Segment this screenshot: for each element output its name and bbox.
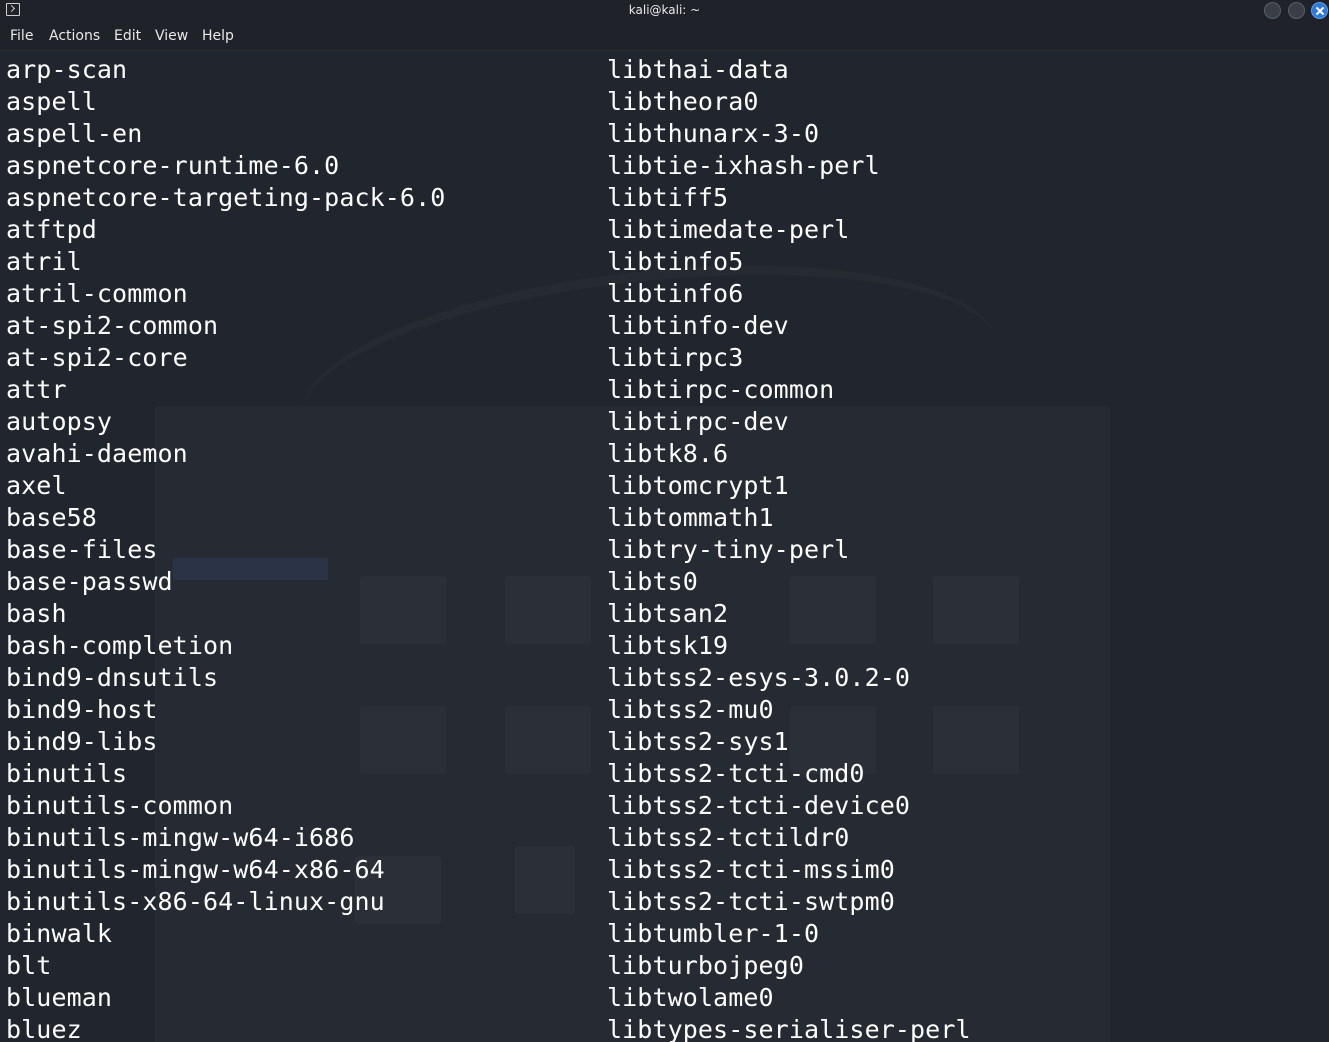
package-name: libts0 [607,567,698,596]
package-name: libtry-tiny-perl [607,535,850,564]
title-bar: kali@kali: ~ [0,0,1329,22]
package-name: libtypes-serialiser-perl [607,1015,971,1042]
folder-icon [505,576,591,644]
package-name: libtss2-esys-3.0.2-0 [607,663,911,692]
package-name: libtk8.6 [607,439,729,468]
package-name: aspnetcore-targeting-pack-6.0 [6,183,446,212]
package-name: bluez [6,1015,82,1042]
folder-icon [505,706,591,774]
package-name: binwalk [6,919,113,948]
package-list-left: arp-scan aspell aspell-en aspnetcore-runtim… [6,54,445,1042]
terminal-output[interactable]: arp-scan aspell aspell-en aspnetcore-runtim… [0,51,1329,1042]
menu-actions[interactable]: Actions [49,28,100,44]
package-name: libturbojpeg0 [607,951,804,980]
package-name: libtwolame0 [607,983,774,1012]
package-name: at-spi2-core [6,343,188,372]
menu-view[interactable]: View [155,28,188,44]
package-name: libtiff5 [607,183,729,212]
package-name: binutils-mingw-w64-x86-64 [6,855,385,884]
package-name: binutils-mingw-w64-i686 [6,823,355,852]
maximize-button[interactable] [1288,2,1305,19]
package-name: libtss2-sys1 [607,727,789,756]
package-name: libtie-ixhash-perl [607,151,880,180]
close-button[interactable] [1311,2,1328,19]
package-name: avahi-daemon [6,439,188,468]
package-name: base-files [6,535,158,564]
package-name: binutils-x86-64-linux-gnu [6,887,385,916]
package-name: attr [6,375,67,404]
package-name: libtss2-tcti-mssim0 [607,855,895,884]
package-name: libtirpc-dev [607,407,789,436]
package-name: libtinfo-dev [607,311,789,340]
package-name: libtsan2 [607,599,729,628]
package-name: aspell-en [6,119,143,148]
minimize-button[interactable] [1264,2,1281,19]
package-name: bind9-host [6,695,158,724]
package-name: atril [6,247,82,276]
package-name: bash [6,599,67,628]
package-name: libtss2-tcti-swtpm0 [607,887,895,916]
package-name: libtimedate-perl [607,215,850,244]
package-name: libtirpc-common [607,375,835,404]
menu-file[interactable]: File [10,28,33,44]
package-name: bind9-dnsutils [6,663,219,692]
package-name: axel [6,471,67,500]
package-name: libtinfo6 [607,279,744,308]
package-name: atftpd [6,215,97,244]
package-name: blueman [6,983,113,1012]
package-name: bash-completion [6,631,234,660]
package-name: autopsy [6,407,113,436]
package-name: bind9-libs [6,727,158,756]
package-name: binutils [6,759,128,788]
package-name: libtommath1 [607,503,774,532]
package-name: libtss2-tcti-cmd0 [607,759,865,788]
package-name: atril-common [6,279,188,308]
package-list-right: libthai-data libtheora0 libthunarx-3-0 libt… [607,54,971,1042]
package-name: libtinfo5 [607,247,744,276]
package-name: libtss2-tctildr0 [607,823,850,852]
package-name: libthai-data [607,55,789,84]
package-name: at-spi2-common [6,311,219,340]
package-name: aspell [6,87,97,116]
package-name: libtss2-mu0 [607,695,774,724]
window-title: kali@kali: ~ [628,3,701,17]
file-icon [515,846,575,914]
package-name: aspnetcore-runtime-6.0 [6,151,340,180]
menu-edit[interactable]: Edit [114,28,141,44]
package-name: blt [6,951,52,980]
package-name: libtss2-tcti-device0 [607,791,911,820]
package-name: arp-scan [6,55,128,84]
package-name: libtirpc3 [607,343,744,372]
package-name: libtsk19 [607,631,729,660]
package-name: base-passwd [6,567,173,596]
package-name: libtomcrypt1 [607,471,789,500]
package-name: binutils-common [6,791,234,820]
menu-help[interactable]: Help [202,28,234,44]
package-name: base58 [6,503,97,532]
package-name: libthunarx-3-0 [607,119,820,148]
package-name: libtheora0 [607,87,759,116]
menu-bar: File Actions Edit View Help [0,22,1329,51]
package-name: libtumbler-1-0 [607,919,820,948]
